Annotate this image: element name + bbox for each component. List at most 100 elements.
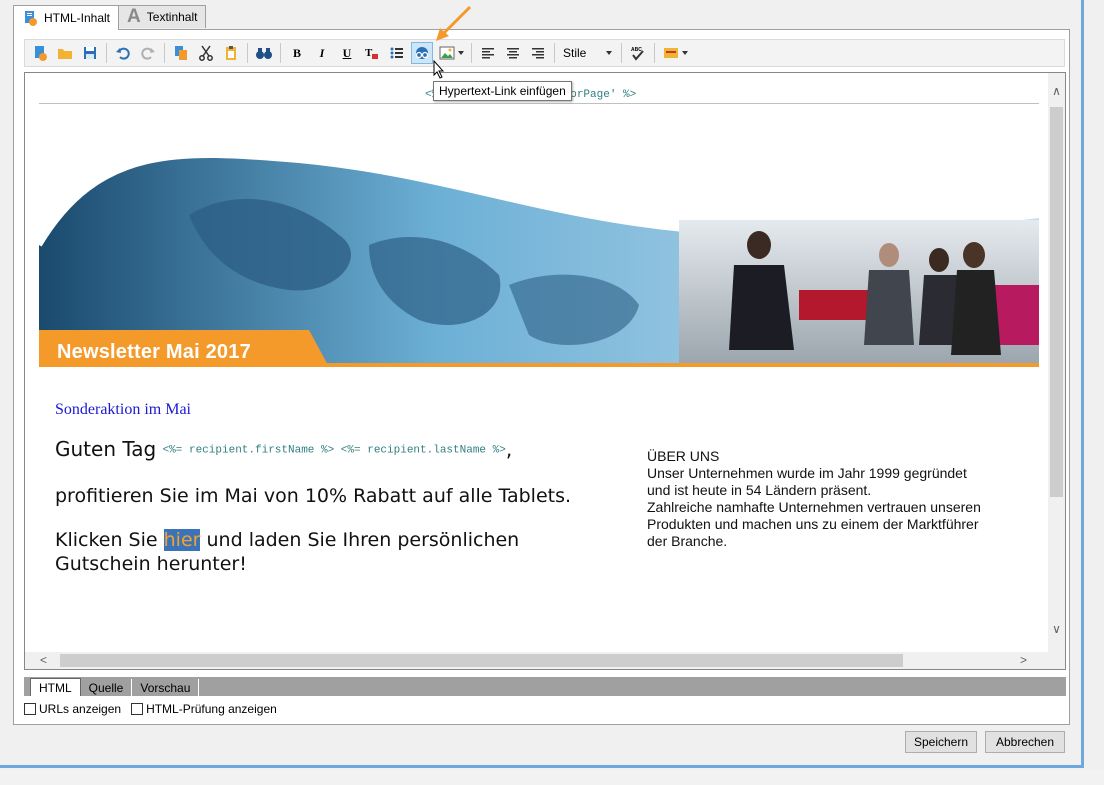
link-icon xyxy=(415,47,429,59)
italic-button[interactable]: I xyxy=(311,42,333,64)
underline-icon: U xyxy=(342,45,352,60)
italic-icon: I xyxy=(319,45,325,60)
binoculars-icon xyxy=(256,48,272,59)
desktop-strip xyxy=(0,770,1104,785)
align-left-button[interactable] xyxy=(477,42,499,64)
chevron-down-icon xyxy=(606,51,613,55)
vertical-scrollbar[interactable]: ∧ ∨ xyxy=(1048,73,1065,653)
about-line: der Branche. xyxy=(647,533,728,549)
personalization-icon xyxy=(663,48,678,58)
scroll-left-icon[interactable]: < xyxy=(35,652,52,669)
scroll-right-icon[interactable]: > xyxy=(1015,652,1032,669)
annotation-arrow-icon xyxy=(436,5,472,41)
cut-button[interactable] xyxy=(195,42,217,64)
align-center-icon xyxy=(507,48,519,59)
toolbar-separator xyxy=(471,43,472,63)
about-line: Zahlreiche namhafte Unternehmen vertraue… xyxy=(647,499,981,515)
copy-button[interactable] xyxy=(170,42,192,64)
horizontal-scrollbar[interactable]: < > xyxy=(25,652,1065,669)
checkbox-box[interactable] xyxy=(24,703,36,715)
checkbox-box[interactable] xyxy=(131,703,144,715)
scroll-down-icon[interactable]: ∨ xyxy=(1048,621,1065,638)
html-editor-area[interactable]: <%@ include view='MirrorPage' %> xyxy=(24,72,1066,670)
display-options: URLs anzeigen HTML-Prüfung anzeigen xyxy=(24,702,277,716)
show-html-check-checkbox[interactable]: HTML-Prüfung anzeigen xyxy=(131,702,277,716)
tab-html-view[interactable]: HTML xyxy=(30,678,81,696)
new-document-icon xyxy=(35,46,47,61)
save-button[interactable]: Speichern xyxy=(905,731,977,753)
new-document-button[interactable] xyxy=(29,42,51,64)
chevron-down-icon xyxy=(681,51,688,55)
toolbar-separator xyxy=(280,43,281,63)
banner-graphic-icon xyxy=(39,105,1039,367)
tab-source-view[interactable]: Quelle xyxy=(81,679,133,696)
toolbar-separator xyxy=(654,43,656,63)
svg-text:ABC: ABC xyxy=(631,47,642,53)
voucher-text-before: Klicken Sie xyxy=(55,529,164,551)
align-center-button[interactable] xyxy=(502,42,524,64)
list-icon xyxy=(390,47,403,59)
voucher-paragraph: Klicken Sie hier und laden Sie Ihren per… xyxy=(55,528,615,576)
chevron-down-icon xyxy=(457,51,464,55)
toolbar-separator xyxy=(164,43,165,63)
undo-icon xyxy=(116,47,130,60)
selected-link-text[interactable]: hier xyxy=(163,529,201,551)
toolbar-separator xyxy=(621,43,623,63)
bold-button[interactable]: B xyxy=(286,42,308,64)
about-us-block: ÜBER UNS Unser Unternehmen wurde im Jahr… xyxy=(647,448,1047,550)
toolbar-separator xyxy=(554,43,555,63)
insert-link-button[interactable] xyxy=(411,42,433,64)
svg-text:T: T xyxy=(365,47,373,59)
save-doc-button[interactable] xyxy=(79,42,101,64)
editor-toolbar: B I U T Stile ABC xyxy=(24,39,1065,67)
show-urls-checkbox[interactable]: URLs anzeigen xyxy=(24,702,121,716)
tab-text-content[interactable]: A Textinhalt xyxy=(118,5,207,28)
styles-dropdown-label: Stile xyxy=(563,46,587,60)
open-button[interactable] xyxy=(54,42,76,64)
promo-heading: Sonderaktion im Mai xyxy=(55,401,191,418)
scissors-icon xyxy=(199,45,213,61)
align-right-button[interactable] xyxy=(527,42,549,64)
undo-button[interactable] xyxy=(112,42,134,64)
horizontal-scroll-thumb[interactable] xyxy=(60,654,903,667)
greeting-line: Guten Tag <%= recipient.firstName %> <%=… xyxy=(55,437,512,461)
tab-html-content-label: HTML-Inhalt xyxy=(44,11,111,25)
show-html-check-label: HTML-Prüfung anzeigen xyxy=(146,702,277,716)
text-color-icon: T xyxy=(365,47,378,59)
bullet-list-button[interactable] xyxy=(386,42,408,64)
vertical-scroll-thumb[interactable] xyxy=(1050,107,1063,497)
view-mode-tabs: HTML Quelle Vorschau xyxy=(24,677,1066,696)
align-right-icon xyxy=(532,48,544,59)
copy-icon xyxy=(175,46,187,60)
styles-dropdown[interactable]: Stile xyxy=(560,42,615,64)
about-line: Unser Unternehmen wurde im Jahr 1999 geg… xyxy=(647,465,967,481)
newsletter-banner-image: Newsletter Mai 2017 xyxy=(39,105,1039,367)
text-content-icon: A xyxy=(127,6,141,27)
paste-button[interactable] xyxy=(220,42,242,64)
spellcheck-button[interactable]: ABC xyxy=(627,42,649,64)
recipient-name-code: <%= recipient.firstName %> <%= recipient… xyxy=(162,444,506,457)
discount-paragraph: profitieren Sie im Mai von 10% Rabatt au… xyxy=(55,485,572,507)
about-line: Produkten und machen uns zu einem der Ma… xyxy=(647,516,979,532)
tab-text-content-label: Textinhalt xyxy=(146,10,198,24)
underline-button[interactable]: U xyxy=(336,42,358,64)
toolbar-separator xyxy=(106,43,107,63)
personalization-button[interactable] xyxy=(660,42,690,64)
floppy-icon xyxy=(84,47,96,59)
tab-html-content[interactable]: HTML-Inhalt xyxy=(13,5,120,30)
editor-divider xyxy=(39,103,1039,104)
mouse-cursor-icon xyxy=(433,60,445,79)
cancel-button[interactable]: Abbrechen xyxy=(985,731,1065,753)
link-tooltip: Hypertext-Link einfügen xyxy=(433,81,572,101)
align-left-icon xyxy=(482,48,494,59)
show-urls-label: URLs anzeigen xyxy=(39,702,122,716)
folder-icon xyxy=(58,49,72,59)
image-icon xyxy=(439,46,454,60)
text-color-button[interactable]: T xyxy=(361,42,383,64)
tab-preview-view[interactable]: Vorschau xyxy=(132,679,200,696)
find-button[interactable] xyxy=(253,42,275,64)
redo-button[interactable] xyxy=(137,42,159,64)
banner-title: Newsletter Mai 2017 xyxy=(57,341,251,363)
clipboard-icon xyxy=(226,46,236,60)
scroll-up-icon[interactable]: ∧ xyxy=(1048,83,1065,100)
